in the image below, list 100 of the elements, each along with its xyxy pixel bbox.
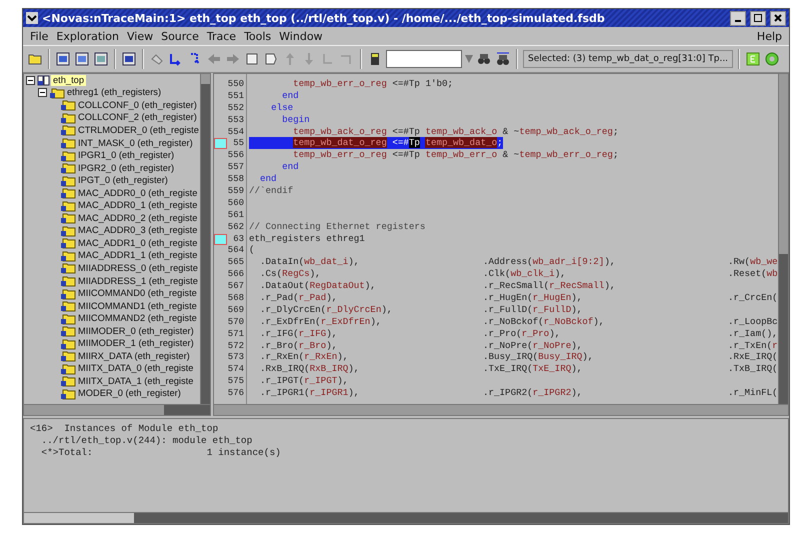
code-text: .r_CrcEn(: [728, 292, 778, 304]
tree-item[interactable]: MIIADDRESS_1 (eth_registe: [76, 276, 200, 287]
tree-item[interactable]: MIIMODER_0 (eth_register): [76, 326, 196, 337]
window-icon[interactable]: [55, 51, 71, 67]
folder-icon: [60, 174, 76, 187]
tree-item[interactable]: MIIRX_DATA (eth_register): [76, 350, 192, 362]
tree-item[interactable]: MAC_ADDR0_2 (eth_registe: [76, 212, 200, 224]
line-number: 55: [233, 138, 245, 148]
folder-icon: [60, 137, 76, 149]
tree-item[interactable]: MAC_ADDR0_3 (eth_registe: [76, 225, 200, 236]
code-text: end: [281, 90, 299, 101]
tree-item[interactable]: IPGR2_0 (eth_register): [76, 162, 176, 174]
folder-icon: [60, 124, 76, 136]
code-text: .r_NoBckof(r_NoBckof),: [483, 316, 604, 327]
close-button[interactable]: [770, 10, 786, 26]
window-icon[interactable]: [74, 51, 90, 67]
search-field[interactable]: [386, 50, 462, 68]
code-text: .DataOut(RegDataOut),: [259, 280, 376, 292]
code-text: .DataIn(wb_dat_i),: [259, 256, 360, 268]
dropdown-icon[interactable]: [465, 53, 473, 65]
bookmark-marker[interactable]: [214, 234, 227, 245]
code-text: .Address(wb_adr_i[9:2]),: [483, 256, 616, 268]
menu-item[interactable]: Window: [275, 30, 327, 42]
menu-item[interactable]: Help: [752, 30, 786, 42]
tree-item[interactable]: COLLCONF_2 (eth_register): [76, 112, 199, 124]
tree-item[interactable]: MAC_ADDR0_1 (eth_registe: [76, 200, 200, 212]
vertical-scrollbar[interactable]: [778, 74, 788, 404]
tree-item[interactable]: MAC_ADDR1_1 (eth_registe: [76, 250, 200, 262]
folder-icon: [60, 150, 76, 162]
tree-item[interactable]: MODER_0 (eth_register): [76, 388, 183, 400]
tree-item[interactable]: MAC_ADDR1_0 (eth_registe: [76, 238, 200, 249]
document-icon[interactable]: [263, 51, 279, 67]
code-text: temp_wb_err_o_reg <=#Tp temp_wb_err_o & ~temp_wb_err_o_reg;: [292, 149, 618, 160]
horizontal-scrollbar[interactable]: [214, 404, 788, 415]
code-text: .r_TxEn(r: [728, 340, 778, 351]
tree-item[interactable]: eth_top: [51, 74, 86, 86]
line-number: 552: [228, 102, 245, 113]
tree-item[interactable]: IPGR1_0 (eth_register): [76, 150, 176, 162]
chevron-icon[interactable]: [26, 12, 38, 24]
line-number: 550: [228, 78, 245, 89]
code-text: .r_IPGT(r_IPGT),: [259, 375, 348, 386]
window-icon[interactable]: [121, 51, 137, 67]
minimize-button[interactable]: [730, 10, 746, 26]
letter-badge-icon[interactable]: [745, 51, 762, 67]
menu-item[interactable]: Exploration: [52, 30, 123, 42]
horizontal-scrollbar[interactable]: [24, 404, 210, 415]
document-icon[interactable]: [244, 51, 260, 67]
folder-icon: [60, 99, 76, 112]
folder-icon: [60, 250, 76, 262]
tree-item[interactable]: COLLCONF_0 (eth_register): [76, 100, 199, 111]
menu-item[interactable]: Trace: [202, 30, 240, 42]
binoculars-icon[interactable]: [495, 51, 511, 67]
line-number: 553: [228, 114, 245, 125]
line-number: 561: [228, 210, 245, 220]
line-number: 575: [228, 376, 245, 386]
menu-item[interactable]: Tools: [240, 30, 276, 42]
menu-item[interactable]: Source: [157, 30, 203, 42]
tree-item[interactable]: MIITX_DATA_0 (eth_registe: [76, 363, 196, 374]
code-text: .r_MinFL(: [728, 387, 778, 398]
code-text: (: [249, 244, 255, 256]
book-icon: [37, 74, 51, 86]
tree-item[interactable]: MIIADDRESS_0 (eth_registe: [76, 262, 200, 274]
line-number: 570: [228, 316, 245, 327]
line-number: 558: [228, 174, 245, 184]
folder-icon: [60, 200, 76, 212]
menu-item[interactable]: File: [26, 30, 52, 42]
folder-icon: [60, 237, 76, 250]
tree-item[interactable]: CTRLMODER_0 (eth_registe: [76, 124, 200, 136]
folder-icon: [60, 162, 76, 174]
collapse-icon[interactable]: [26, 76, 35, 85]
line-number: 574: [228, 364, 245, 374]
binoculars-icon[interactable]: [476, 51, 492, 67]
vertical-scrollbar[interactable]: [200, 74, 210, 404]
code-text: .r_RxEn(r_RxEn),: [259, 351, 348, 362]
tree-item[interactable]: ethreg1 (eth_registers): [65, 87, 164, 98]
code-text: .RxE_IRQ(: [728, 351, 778, 362]
bookmark-marker[interactable]: [214, 138, 227, 150]
tree-item[interactable]: MIITX_DATA_1 (eth_registe: [76, 376, 196, 387]
line-number: 572: [228, 340, 245, 351]
tree-item[interactable]: MIICOMMAND1 (eth_registe: [76, 300, 199, 312]
menu-item[interactable]: View: [122, 30, 158, 42]
collapse-icon[interactable]: [38, 88, 47, 98]
folder-icon: [60, 187, 76, 200]
tree-item[interactable]: INT_MASK_0 (eth_register): [76, 138, 195, 148]
maximize-button[interactable]: [750, 10, 766, 26]
code-text: .r_IPGR1(r_IPGR1),: [259, 387, 360, 398]
tree-item[interactable]: MIICOMMAND0 (eth_registe: [76, 288, 199, 300]
line-number: 569: [228, 304, 245, 315]
tree-item[interactable]: IPGT_0 (eth_register): [76, 175, 170, 186]
horizontal-scrollbar[interactable]: [24, 512, 788, 523]
line-number: 551: [228, 90, 245, 101]
tree-item[interactable]: MIIMODER_1 (eth_register): [76, 338, 196, 350]
window-title: <Novas:nTraceMain:1> eth_top eth_top (../rtl/eth_top.v) - /home/.../eth_top-simulated.fsdb: [42, 12, 606, 24]
line-number: 562: [228, 222, 245, 232]
code-text: .r_Pro(r_Pro),: [483, 328, 560, 339]
tree-item[interactable]: MAC_ADDR0_0 (eth_registe: [76, 188, 200, 199]
folder-icon: [60, 362, 76, 375]
tree-item[interactable]: MIICOMMAND2 (eth_registe: [76, 313, 199, 324]
window-icon[interactable]: [93, 51, 109, 67]
line-number: 566: [228, 269, 245, 280]
